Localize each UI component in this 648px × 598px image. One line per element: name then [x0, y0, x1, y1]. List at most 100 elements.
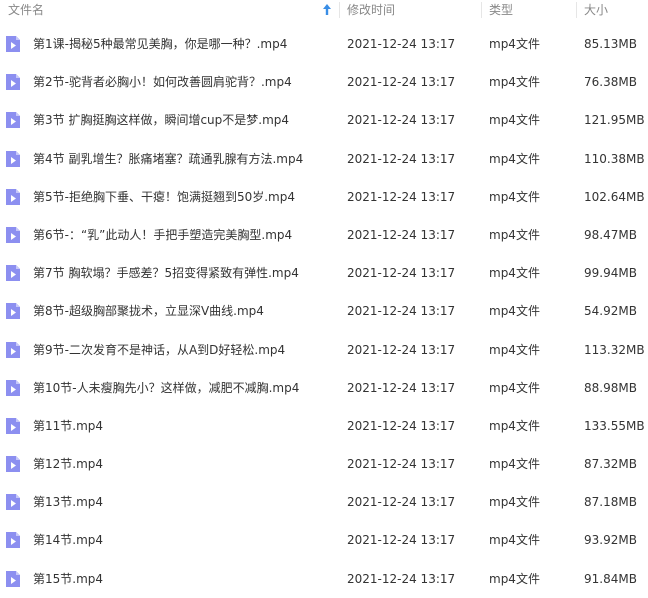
- file-date: 2021-12-24 13:17: [347, 113, 456, 128]
- file-date: 2021-12-24 13:17: [347, 342, 456, 357]
- file-size: 133.55MB: [584, 418, 645, 433]
- file-type: mp4文件: [489, 457, 540, 472]
- header-size[interactable]: 大小: [584, 2, 608, 18]
- video-file-icon: [6, 341, 20, 358]
- file-type: mp4文件: [489, 37, 540, 51]
- video-file-icon: [6, 36, 20, 52]
- file-type: mp4文件: [489, 571, 540, 586]
- file-date: 2021-12-24 13:17: [347, 227, 456, 242]
- file-name: 第3节 扩胸挺胸这样做，瞬间增cup不是梦.mp4: [33, 113, 290, 128]
- file-type: mp4文件: [489, 533, 540, 548]
- file-name: 第2节-驼背者必胸小！如何改善圆肩驼背？.mp4: [33, 75, 292, 90]
- file-date: 2021-12-24 13:17: [347, 380, 456, 395]
- video-file-icon: [6, 456, 20, 473]
- video-file-icon: [6, 532, 20, 549]
- file-date: 2021-12-24 13:17: [347, 304, 456, 319]
- video-file-icon: [6, 303, 20, 320]
- file-list: 文件名 修改时间 类型 大小 第1课-揭秘5种最常见美胸，你是哪一种？.mp4 2…: [0, 0, 648, 595]
- file-name: 第11节.mp4: [33, 418, 104, 433]
- file-type: mp4文件: [489, 266, 540, 281]
- file-size: 87.18MB: [584, 495, 637, 510]
- file-name: 第6节-：“乳”此动人！手把手塑造完美胸型.mp4: [33, 227, 293, 242]
- file-date: 2021-12-24 13:17: [347, 571, 456, 586]
- file-date: 2021-12-24 13:17: [347, 495, 456, 510]
- file-size: 98.47MB: [584, 227, 637, 242]
- file-size: 87.32MB: [584, 457, 637, 472]
- header-type[interactable]: 类型: [489, 2, 513, 18]
- file-date: 2021-12-24 13:17: [347, 533, 456, 548]
- file-row[interactable]: 第5节-拒绝胸下垂、干瘪！饱满挺翘到50岁.mp4 2021-12-24 13:1…: [0, 178, 648, 216]
- file-size: 113.32MB: [584, 342, 645, 357]
- file-type: mp4文件: [489, 151, 540, 166]
- file-row[interactable]: 第9节-二次发育不是神话，从A到D好轻松.mp4 2021-12-24 13:17…: [0, 331, 648, 369]
- sort-ascending-icon[interactable]: [322, 3, 332, 17]
- file-date: 2021-12-24 13:17: [347, 189, 456, 204]
- file-row[interactable]: 第11节.mp4 2021-12-24 13:17 mp4文件 133.55MB: [0, 407, 648, 445]
- video-file-icon: [6, 570, 20, 587]
- file-row[interactable]: 第12节.mp4 2021-12-24 13:17 mp4文件 87.32MB: [0, 445, 648, 483]
- column-divider[interactable]: [481, 2, 482, 18]
- video-file-icon: [6, 265, 20, 282]
- file-size: 76.38MB: [584, 75, 637, 90]
- video-file-icon: [6, 494, 20, 511]
- file-name: 第10节-人未瘦胸先小？这样做，减肥不减胸.mp4: [33, 380, 300, 395]
- file-name: 第13节.mp4: [33, 495, 104, 510]
- file-name: 第5节-拒绝胸下垂、干瘪！饱满挺翘到50岁.mp4: [33, 189, 295, 204]
- video-file-icon: [6, 417, 20, 434]
- video-file-icon: [6, 379, 20, 396]
- file-type: mp4文件: [489, 227, 540, 242]
- file-name: 第14节.mp4: [33, 533, 104, 548]
- file-row[interactable]: 第2节-驼背者必胸小！如何改善圆肩驼背？.mp4 2021-12-24 13:17…: [0, 63, 648, 101]
- header-date[interactable]: 修改时间: [347, 2, 395, 18]
- file-date: 2021-12-24 13:17: [347, 37, 456, 51]
- column-divider[interactable]: [576, 2, 577, 18]
- column-header: 文件名 修改时间 类型 大小: [0, 0, 648, 20]
- file-name: 第1课-揭秘5种最常见美胸，你是哪一种？.mp4: [33, 37, 288, 51]
- file-name: 第7节 胸软塌？手感差？5招变得紧致有弹性.mp4: [33, 266, 299, 281]
- file-size: 110.38MB: [584, 151, 645, 166]
- header-name[interactable]: 文件名: [8, 2, 44, 18]
- file-date: 2021-12-24 13:17: [347, 457, 456, 472]
- file-row[interactable]: 第13节.mp4 2021-12-24 13:17 mp4文件 87.18MB: [0, 483, 648, 521]
- file-size: 91.84MB: [584, 571, 637, 586]
- video-file-icon: [6, 112, 20, 129]
- video-file-icon: [6, 188, 20, 205]
- file-row[interactable]: 第14节.mp4 2021-12-24 13:17 mp4文件 93.92MB: [0, 521, 648, 559]
- file-size: 88.98MB: [584, 380, 637, 395]
- file-size: 54.92MB: [584, 304, 637, 319]
- file-rows: 第1课-揭秘5种最常见美胸，你是哪一种？.mp4 2021-12-24 13:17…: [0, 25, 648, 598]
- video-file-icon: [6, 226, 20, 243]
- file-row[interactable]: 第6节-：“乳”此动人！手把手塑造完美胸型.mp4 2021-12-24 13:1…: [0, 216, 648, 254]
- file-type: mp4文件: [489, 418, 540, 433]
- file-date: 2021-12-24 13:17: [347, 266, 456, 281]
- file-size: 85.13MB: [584, 37, 637, 51]
- file-name: 第15节.mp4: [33, 571, 104, 586]
- file-type: mp4文件: [489, 113, 540, 128]
- file-row[interactable]: 第4节 副乳增生？胀痛堵塞？疏通乳腺有方法.mp4 2021-12-24 13:1…: [0, 140, 648, 178]
- file-name: 第8节-超级胸部聚拢术，立显深V曲线.mp4: [33, 304, 264, 319]
- file-date: 2021-12-24 13:17: [347, 75, 456, 90]
- file-type: mp4文件: [489, 304, 540, 319]
- file-row[interactable]: 第8节-超级胸部聚拢术，立显深V曲线.mp4 2021-12-24 13:17 mp…: [0, 292, 648, 330]
- file-name: 第9节-二次发育不是神话，从A到D好轻松.mp4: [33, 342, 286, 357]
- file-size: 99.94MB: [584, 266, 637, 281]
- file-size: 102.64MB: [584, 189, 645, 204]
- file-type: mp4文件: [489, 342, 540, 357]
- file-row[interactable]: 第7节 胸软塌？手感差？5招变得紧致有弹性.mp4 2021-12-24 13:1…: [0, 254, 648, 292]
- file-row[interactable]: 第1课-揭秘5种最常见美胸，你是哪一种？.mp4 2021-12-24 13:17…: [0, 25, 648, 63]
- video-file-icon: [6, 150, 20, 167]
- file-row[interactable]: 第3节 扩胸挺胸这样做，瞬间增cup不是梦.mp4 2021-12-24 13:1…: [0, 101, 648, 139]
- file-row[interactable]: 第15节.mp4 2021-12-24 13:17 mp4文件 91.84MB: [0, 560, 648, 598]
- column-divider[interactable]: [339, 2, 340, 18]
- file-row[interactable]: 第10节-人未瘦胸先小？这样做，减肥不减胸.mp4 2021-12-24 13:1…: [0, 369, 648, 407]
- file-type: mp4文件: [489, 75, 540, 90]
- file-name: 第12节.mp4: [33, 457, 104, 472]
- file-date: 2021-12-24 13:17: [347, 418, 456, 433]
- file-type: mp4文件: [489, 495, 540, 510]
- video-file-icon: [6, 74, 20, 91]
- file-name: 第4节 副乳增生？胀痛堵塞？疏通乳腺有方法.mp4: [33, 151, 304, 166]
- file-size: 121.95MB: [584, 113, 645, 128]
- file-date: 2021-12-24 13:17: [347, 151, 456, 166]
- file-type: mp4文件: [489, 380, 540, 395]
- file-type: mp4文件: [489, 189, 540, 204]
